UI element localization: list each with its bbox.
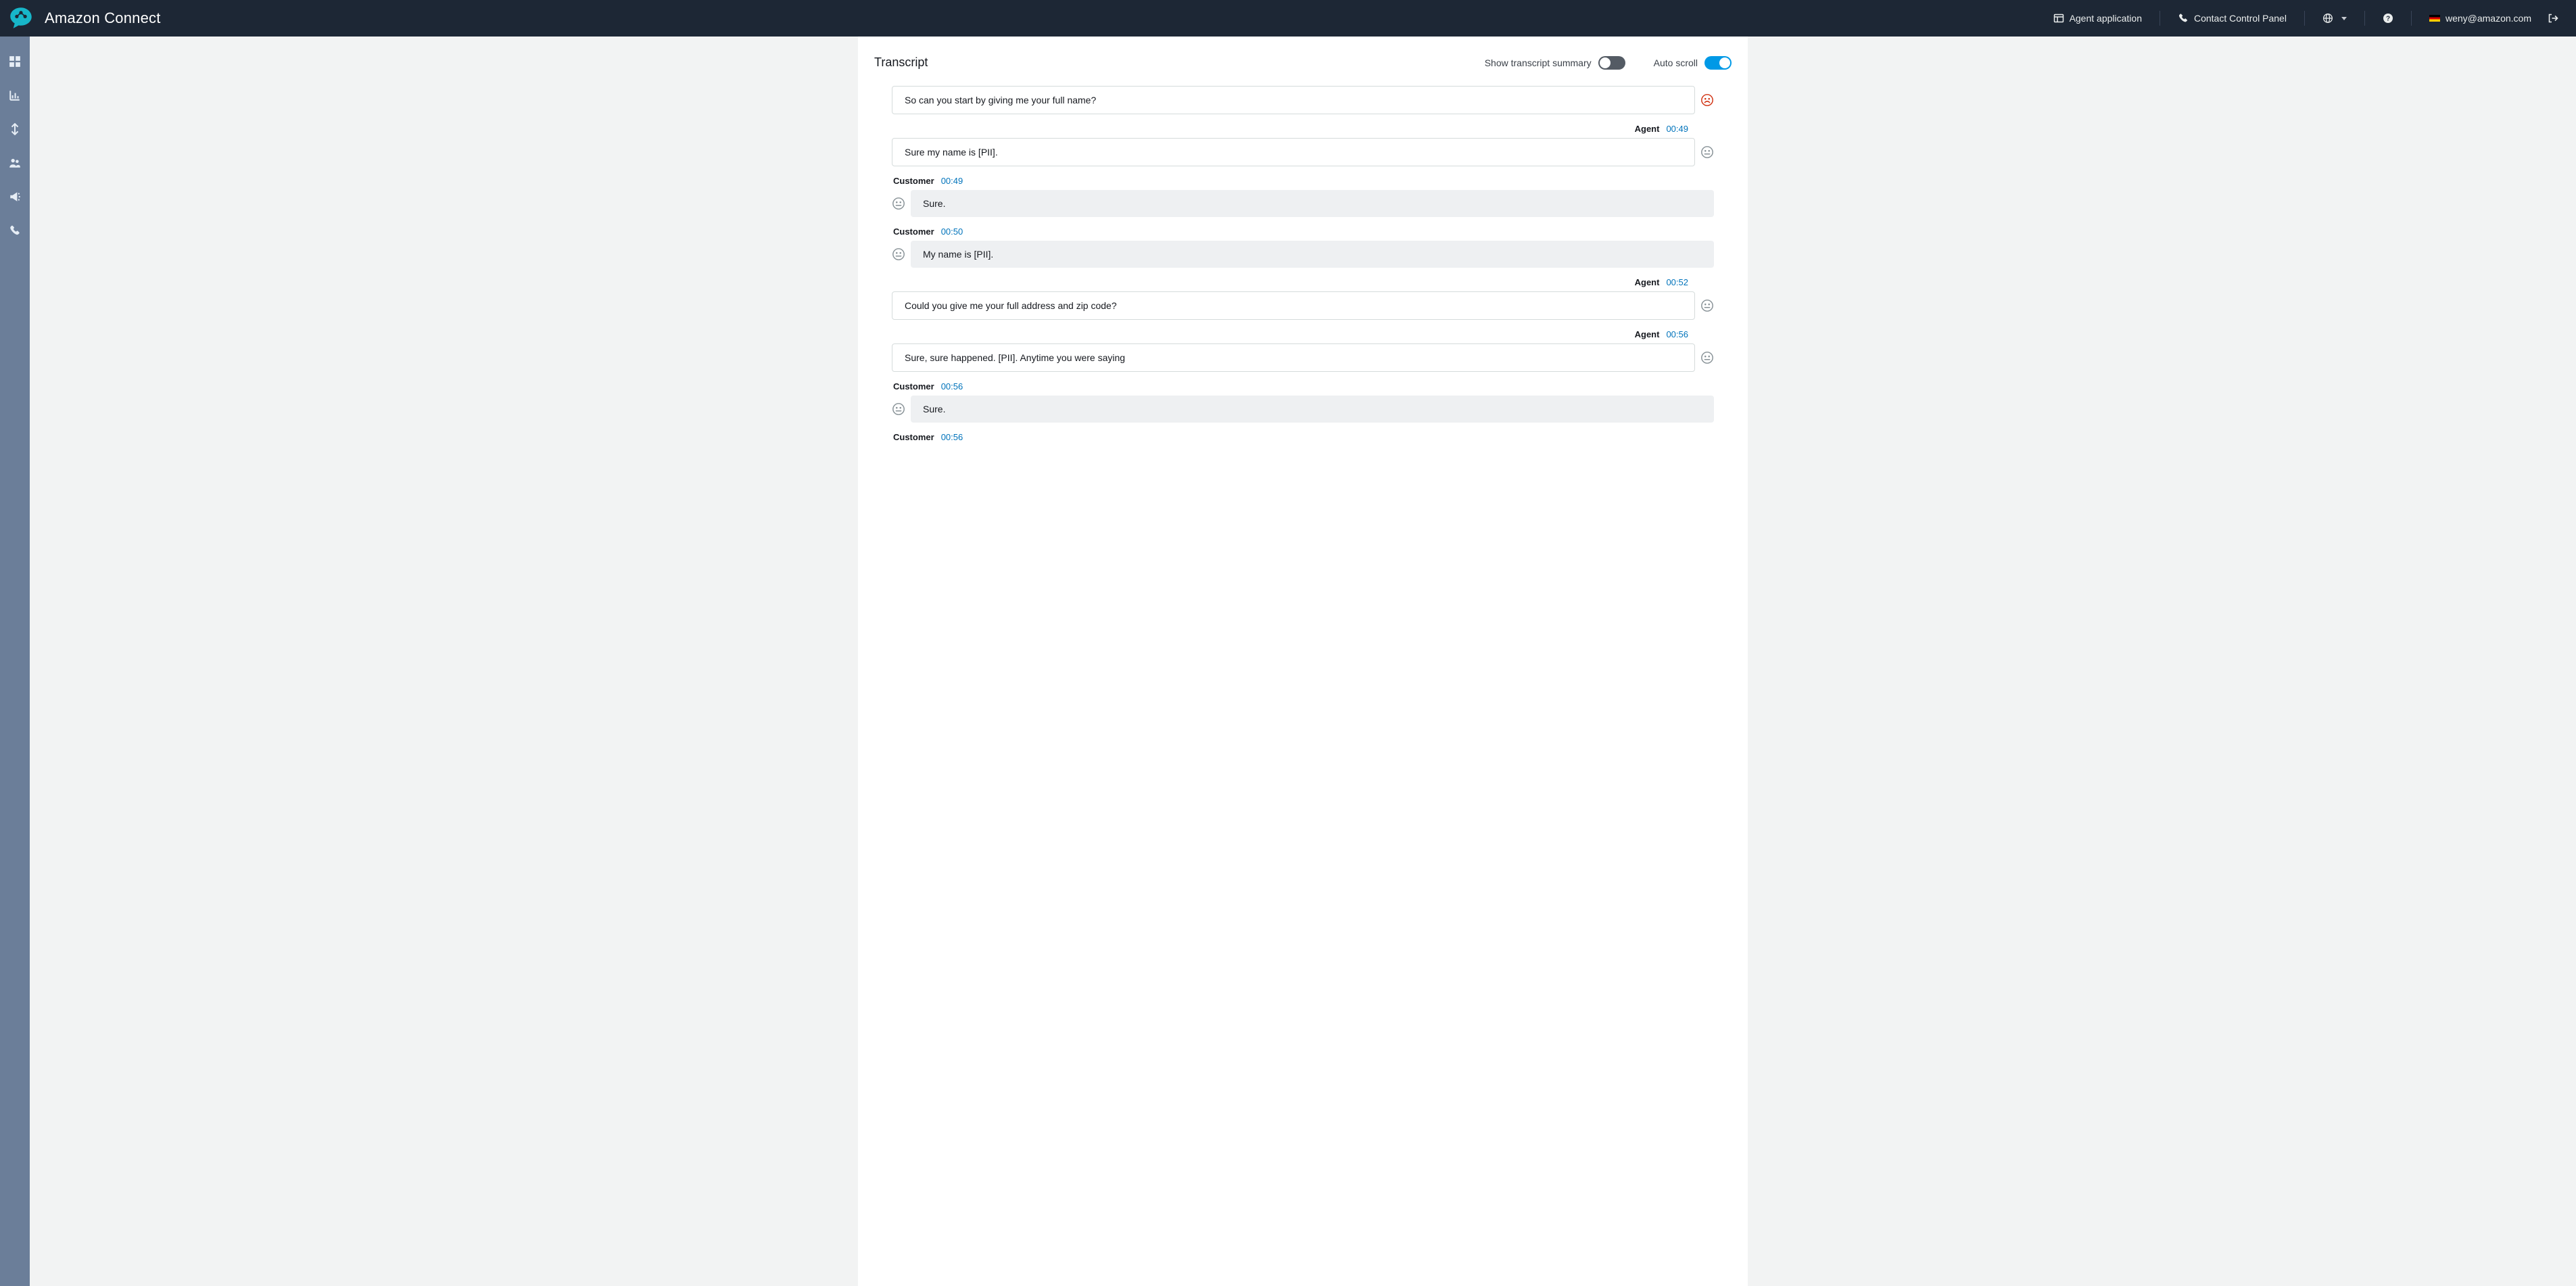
summary-toggle[interactable] bbox=[1598, 56, 1625, 70]
turn-meta: Customer 00:49 bbox=[892, 176, 1714, 186]
help-icon: ? bbox=[2383, 13, 2393, 24]
timestamp: 00:49 bbox=[941, 176, 963, 186]
top-nav: Amazon Connect Agent application Contact… bbox=[0, 0, 2576, 37]
turn-meta: Agent 00:52 bbox=[892, 277, 1714, 287]
bubble-row: Sure, sure happened. [PII]. Anytime you … bbox=[892, 343, 1714, 372]
analytics-icon[interactable] bbox=[9, 89, 21, 101]
timestamp: 00:50 bbox=[941, 227, 963, 237]
logout-icon bbox=[2548, 13, 2558, 24]
agent-bubble: So can you start by giving me your full … bbox=[892, 86, 1695, 114]
transcript-card: Transcript Show transcript summary Auto … bbox=[858, 37, 1748, 1286]
turn-meta: Agent 00:56 bbox=[892, 329, 1714, 339]
neutral-face-icon bbox=[1700, 351, 1714, 364]
window-icon bbox=[2053, 13, 2064, 24]
speaker-label: Agent bbox=[1635, 329, 1660, 339]
sad-face-icon bbox=[1700, 93, 1714, 107]
chevron-down-icon bbox=[2341, 17, 2347, 20]
user-email: weny@amazon.com bbox=[2446, 13, 2531, 24]
section-title: Transcript bbox=[874, 55, 928, 70]
neutral-face-icon bbox=[892, 402, 905, 416]
section-header: Transcript Show transcript summary Auto … bbox=[858, 55, 1748, 86]
neutral-face-icon bbox=[1700, 145, 1714, 159]
turn-meta: Customer 00:56 bbox=[892, 381, 1714, 391]
agent-turn: Agent 00:49 Sure my name is [PII]. bbox=[892, 124, 1714, 166]
ccp-label: Contact Control Panel bbox=[2194, 13, 2287, 24]
customer-turn: Customer 00:49 Sure. bbox=[892, 176, 1714, 217]
phone-icon bbox=[2178, 13, 2189, 24]
agent-turn: Agent 00:52 Could you give me your full ad… bbox=[892, 277, 1714, 320]
summary-toggle-label: Show transcript summary bbox=[1485, 57, 1592, 68]
brand: Amazon Connect bbox=[7, 4, 161, 32]
speaker-label: Customer bbox=[893, 227, 934, 237]
speaker-label: Customer bbox=[893, 176, 934, 186]
nav-separator bbox=[2304, 11, 2305, 26]
speaker-label: Customer bbox=[893, 432, 934, 442]
timestamp: 00:56 bbox=[941, 432, 963, 442]
nav-separator bbox=[2364, 11, 2365, 26]
autoscroll-toggle-label: Auto scroll bbox=[1654, 57, 1698, 68]
bubble-row: Sure. bbox=[892, 190, 1714, 217]
turn-meta: Customer 00:50 bbox=[892, 227, 1714, 237]
timestamp: 00:56 bbox=[1666, 329, 1688, 339]
speaker-label: Agent bbox=[1635, 277, 1660, 287]
globe-icon bbox=[2322, 13, 2333, 24]
customer-bubble: My name is [PII]. bbox=[911, 241, 1714, 268]
help-link[interactable]: ? bbox=[2380, 9, 2396, 28]
customer-turn: Customer 00:56 bbox=[892, 432, 1714, 442]
transcript-list: So can you start by giving me your full … bbox=[858, 86, 1748, 465]
dashboard-icon[interactable] bbox=[9, 55, 21, 68]
bubble-row: So can you start by giving me your full … bbox=[892, 86, 1714, 114]
main-area: Transcript Show transcript summary Auto … bbox=[30, 37, 2576, 1286]
agent-bubble: Could you give me your full address and … bbox=[892, 291, 1695, 320]
speaker-label: Customer bbox=[893, 381, 934, 391]
nav-separator bbox=[2411, 11, 2412, 26]
announce-icon[interactable] bbox=[9, 191, 21, 203]
turn-meta: Agent 00:49 bbox=[892, 124, 1714, 134]
connect-logo-icon bbox=[7, 4, 35, 32]
svg-text:?: ? bbox=[2386, 16, 2390, 23]
bubble-row: Could you give me your full address and … bbox=[892, 291, 1714, 320]
customer-bubble: Sure. bbox=[911, 396, 1714, 423]
agent-application-link[interactable]: Agent application bbox=[2051, 9, 2145, 28]
timestamp: 00:52 bbox=[1666, 277, 1688, 287]
phone-icon[interactable] bbox=[9, 224, 21, 237]
timestamp: 00:56 bbox=[941, 381, 963, 391]
user-menu[interactable]: weny@amazon.com bbox=[2427, 9, 2534, 28]
logout-button[interactable] bbox=[2545, 9, 2561, 28]
speaker-label: Agent bbox=[1635, 124, 1660, 134]
product-title: Amazon Connect bbox=[45, 9, 161, 27]
users-icon[interactable] bbox=[9, 157, 21, 169]
neutral-face-icon bbox=[892, 197, 905, 210]
neutral-face-icon bbox=[1700, 299, 1714, 312]
bubble-row: Sure my name is [PII]. bbox=[892, 138, 1714, 166]
customer-turn: Customer 00:56 Sure. bbox=[892, 381, 1714, 423]
side-rail bbox=[0, 37, 30, 1286]
bubble-row: Sure. bbox=[892, 396, 1714, 423]
turn-meta: Customer 00:56 bbox=[892, 432, 1714, 442]
ccp-link[interactable]: Contact Control Panel bbox=[2175, 9, 2289, 28]
language-menu[interactable] bbox=[2320, 9, 2350, 28]
agent-turn: So can you start by giving me your full … bbox=[892, 86, 1714, 114]
agent-bubble: Sure my name is [PII]. bbox=[892, 138, 1695, 166]
bubble-row: My name is [PII]. bbox=[892, 241, 1714, 268]
neutral-face-icon bbox=[892, 247, 905, 261]
flag-icon bbox=[2429, 15, 2440, 22]
routing-icon[interactable] bbox=[9, 123, 21, 135]
timestamp: 00:49 bbox=[1666, 124, 1688, 134]
agent-application-label: Agent application bbox=[2070, 13, 2142, 24]
customer-bubble: Sure. bbox=[911, 190, 1714, 217]
agent-turn: Agent 00:56 Sure, sure happened. [PII]. An… bbox=[892, 329, 1714, 372]
agent-bubble: Sure, sure happened. [PII]. Anytime you … bbox=[892, 343, 1695, 372]
customer-turn: Customer 00:50 My name is [PII]. bbox=[892, 227, 1714, 268]
autoscroll-toggle[interactable] bbox=[1704, 56, 1732, 70]
